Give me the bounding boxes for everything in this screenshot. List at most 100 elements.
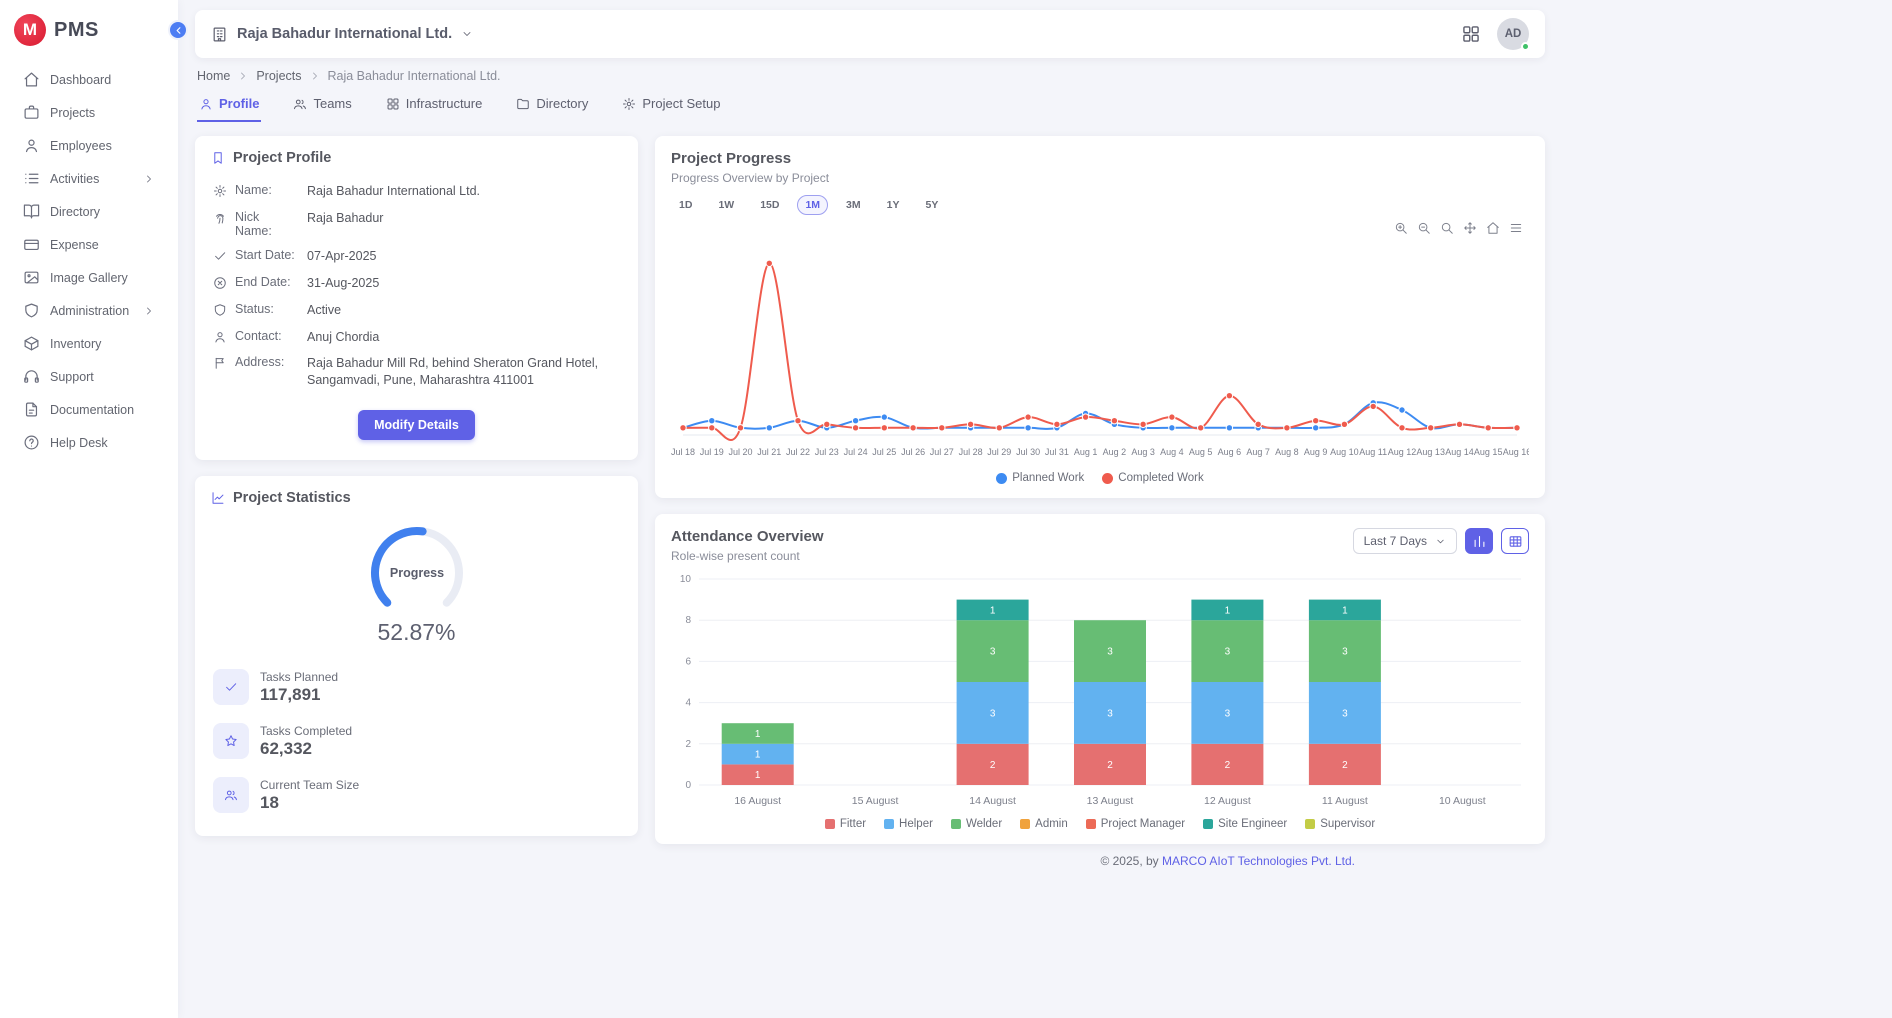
app-brand[interactable]: M PMS — [0, 0, 178, 62]
range-button-1w[interactable]: 1W — [710, 195, 742, 215]
svg-text:Aug 12: Aug 12 — [1388, 447, 1417, 457]
breadcrumb-current: Raja Bahadur International Ltd. — [328, 69, 501, 83]
chart-menu-icon[interactable] — [1509, 221, 1523, 235]
profile-field-row: Address:Raja Bahadur Mill Rd, behind She… — [211, 350, 622, 394]
tab-teams[interactable]: Teams — [291, 92, 353, 122]
range-button-15d[interactable]: 15D — [752, 195, 787, 215]
sidebar-item-documentation[interactable]: Documentation — [8, 394, 170, 425]
apps-grid-icon[interactable] — [1461, 24, 1481, 44]
svg-text:Jul 27: Jul 27 — [930, 447, 954, 457]
sidebar-item-inventory[interactable]: Inventory — [8, 328, 170, 359]
range-button-1y[interactable]: 1Y — [879, 195, 908, 215]
svg-text:Aug 3: Aug 3 — [1131, 447, 1155, 457]
legend-item-planned-work[interactable]: Planned Work — [996, 472, 1084, 484]
project-progress-card: Project Progress Progress Overview by Pr… — [655, 136, 1545, 498]
sidebar-nav: Dashboard Projects Employees Activities … — [0, 64, 178, 458]
user-avatar[interactable]: AD — [1497, 18, 1529, 50]
legend-item-project-manager[interactable]: Project Manager — [1086, 818, 1185, 830]
tab-directory[interactable]: Directory — [514, 92, 590, 122]
sidebar-item-help-desk[interactable]: Help Desk — [8, 427, 170, 458]
sidebar-item-dashboard[interactable]: Dashboard — [8, 64, 170, 95]
chevron-right-icon — [309, 70, 321, 82]
company-selector[interactable]: Raja Bahadur International Ltd. — [211, 26, 473, 43]
x-circle-icon — [213, 276, 227, 290]
sidebar-item-activities[interactable]: Activities — [8, 163, 170, 194]
tab-infrastructure[interactable]: Infrastructure — [384, 92, 485, 122]
star-icon — [224, 734, 238, 748]
date-range-select[interactable]: Last 7 Days — [1353, 528, 1457, 554]
table-view-button[interactable] — [1501, 528, 1529, 554]
modify-details-button[interactable]: Modify Details — [358, 410, 475, 440]
tab-profile[interactable]: Profile — [197, 92, 261, 122]
svg-text:10 August: 10 August — [1439, 795, 1486, 807]
breadcrumb-home[interactable]: Home — [197, 69, 230, 83]
progress-gauge: Progress — [211, 518, 622, 625]
legend-item-welder[interactable]: Welder — [951, 818, 1002, 830]
reset-home-icon[interactable] — [1486, 221, 1500, 235]
shield-icon — [23, 302, 40, 319]
range-selector: 1D 1W 15D 1M 3M 1Y 5Y — [671, 195, 1529, 215]
svg-text:Aug 14: Aug 14 — [1445, 447, 1474, 457]
sidebar-item-directory[interactable]: Directory — [8, 196, 170, 227]
footer-company-link[interactable]: MARCO AIoT Technologies Pvt. Ltd. — [1162, 854, 1355, 868]
tab-project-setup[interactable]: Project Setup — [620, 92, 722, 122]
selection-zoom-icon[interactable] — [1440, 221, 1454, 235]
range-button-5y[interactable]: 5Y — [917, 195, 946, 215]
sidebar-collapse-button[interactable] — [168, 20, 188, 40]
sidebar-item-employees[interactable]: Employees — [8, 130, 170, 161]
attendance-chart-legend: Fitter Helper Welder Admin Project Manager Si… — [671, 818, 1529, 830]
project-progress-chart[interactable]: Jul 18Jul 19Jul 20Jul 21Jul 22Jul 23Jul … — [671, 237, 1529, 468]
svg-text:Jul 20: Jul 20 — [728, 447, 752, 457]
project-statistics-card: Project Statistics Progress 52.87% Tasks… — [195, 476, 638, 836]
svg-text:2: 2 — [685, 739, 691, 750]
zoom-out-icon[interactable] — [1417, 221, 1431, 235]
svg-text:0: 0 — [685, 780, 691, 791]
chevron-right-icon — [143, 305, 155, 317]
svg-text:Aug 6: Aug 6 — [1218, 447, 1242, 457]
svg-text:Aug 4: Aug 4 — [1160, 447, 1184, 457]
profile-field-row: Start Date:07-Apr-2025 — [211, 243, 622, 270]
chart-view-button[interactable] — [1465, 528, 1493, 554]
card-title: Attendance Overview — [671, 528, 824, 545]
sidebar-item-support[interactable]: Support — [8, 361, 170, 392]
sidebar-item-image-gallery[interactable]: Image Gallery — [8, 262, 170, 293]
svg-text:3: 3 — [1342, 708, 1348, 719]
company-name: Raja Bahadur International Ltd. — [237, 26, 452, 42]
legend-item-site-engineer[interactable]: Site Engineer — [1203, 818, 1287, 830]
profile-field-row: Nick Name:Raja Bahadur — [211, 205, 622, 243]
attendance-chart[interactable]: 024681016 August11115 August14 August233… — [671, 571, 1529, 814]
svg-text:4: 4 — [685, 698, 691, 709]
card-title: Project Statistics — [233, 490, 351, 506]
range-button-1m[interactable]: 1M — [797, 195, 828, 215]
range-button-3m[interactable]: 3M — [838, 195, 869, 215]
legend-item-helper[interactable]: Helper — [884, 818, 933, 830]
building-icon — [211, 26, 228, 43]
sidebar-item-expense[interactable]: Expense — [8, 229, 170, 260]
svg-text:Aug 1: Aug 1 — [1074, 447, 1098, 457]
users-icon — [224, 788, 238, 802]
pan-icon[interactable] — [1463, 221, 1477, 235]
legend-item-completed-work[interactable]: Completed Work — [1102, 472, 1203, 484]
bar-chart-svg[interactable]: 024681016 August11115 August14 August233… — [671, 571, 1529, 811]
svg-text:3: 3 — [1107, 647, 1113, 658]
card-title: Project Progress — [671, 150, 791, 167]
svg-text:2: 2 — [1342, 760, 1348, 771]
line-chart-svg[interactable]: Jul 18Jul 19Jul 20Jul 21Jul 22Jul 23Jul … — [671, 237, 1529, 465]
profile-field-row: End Date:31-Aug-2025 — [211, 270, 622, 297]
chevron-down-icon — [461, 28, 473, 40]
range-button-1d[interactable]: 1D — [671, 195, 700, 215]
online-status-dot — [1521, 42, 1530, 51]
legend-item-supervisor[interactable]: Supervisor — [1305, 818, 1375, 830]
sidebar-item-projects[interactable]: Projects — [8, 97, 170, 128]
breadcrumb-projects[interactable]: Projects — [256, 69, 301, 83]
sidebar-item-administration[interactable]: Administration — [8, 295, 170, 326]
svg-text:15 August: 15 August — [852, 795, 899, 807]
top-header: Raja Bahadur International Ltd. AD — [195, 10, 1545, 58]
main-area: Raja Bahadur International Ltd. AD Home … — [178, 0, 1892, 1018]
legend-item-fitter[interactable]: Fitter — [825, 818, 866, 830]
zoom-in-icon[interactable] — [1394, 221, 1408, 235]
breadcrumb: Home Projects Raja Bahadur International… — [197, 69, 1543, 83]
legend-item-admin[interactable]: Admin — [1020, 818, 1068, 830]
svg-text:13 August: 13 August — [1087, 795, 1134, 807]
svg-text:Jul 26: Jul 26 — [901, 447, 925, 457]
